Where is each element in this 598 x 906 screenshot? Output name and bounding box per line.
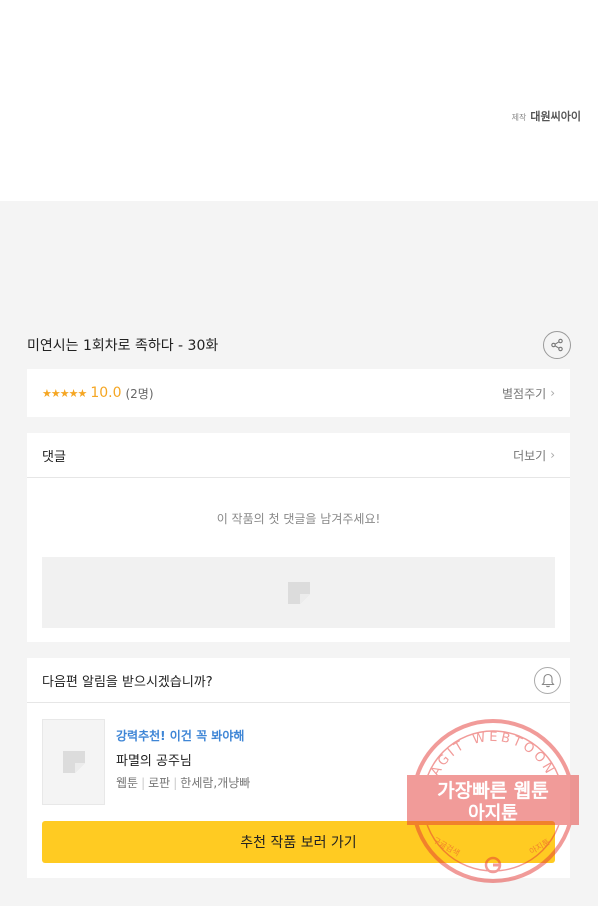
chevron-right-icon: › — [550, 448, 555, 462]
notify-header: 다음편 알림을 받으시겠습니까? — [27, 658, 570, 703]
episode-title: 미연시는 1회차로 족하다 - 30화 — [27, 338, 219, 354]
notify-question: 다음편 알림을 받으시겠습니까? — [42, 674, 213, 690]
viewer-end-area: 제작 대원씨아이 — [0, 0, 598, 201]
credit-label: 제작 — [511, 113, 527, 122]
genre-divider: | — [173, 776, 178, 790]
next-episode-notify-card: 다음편 알림을 받으시겠습니까? 강력추천! 이건 꼭 봐야해 파멸의 공주님 … — [27, 658, 570, 878]
genre-item: 로판 — [148, 776, 171, 790]
notify-bell-button[interactable] — [534, 666, 561, 694]
rating-score: 10.0 — [90, 385, 122, 401]
author-item: 한세람,개냥빠 — [180, 776, 251, 790]
star-icons: ★★★★★ — [42, 386, 87, 400]
comments-header: 댓글 더보기 › — [27, 433, 570, 478]
recommended-title[interactable]: 파멸의 공주님 — [116, 750, 250, 769]
genre-divider: | — [141, 776, 146, 790]
production-credit: 제작 대원씨아이 — [512, 108, 581, 124]
comments-heading: 댓글 — [42, 449, 66, 465]
comments-more-link[interactable]: 더보기 › — [513, 447, 555, 464]
genre-item: 웹툰 — [116, 776, 139, 790]
rating-card: ★★★★★ 10.0 (2명) 별점주기 › — [27, 369, 570, 417]
episode-title-row: 미연시는 1회차로 족하다 - 30화 — [27, 330, 571, 360]
recommended-info: 강력추천! 이건 꼭 봐야해 파멸의 공주님 웹툰 | 로판 | 한세람,개냥빠 — [116, 719, 250, 805]
chevron-right-icon: › — [550, 386, 555, 400]
share-button[interactable] — [543, 331, 571, 359]
comments-empty-message: 이 작품의 첫 댓글을 남겨주세요! — [216, 512, 381, 526]
recommend-tag: 강력추천! 이건 꼭 봐야해 — [116, 729, 245, 743]
credit-company: 대원씨아이 — [530, 110, 581, 123]
recommended-genres: 웹툰 | 로판 | 한세람,개냥빠 — [116, 774, 250, 791]
comment-input-area[interactable] — [42, 557, 555, 628]
placeholder-image-icon — [287, 581, 310, 604]
recommended-thumbnail[interactable] — [42, 719, 105, 805]
rating-summary: ★★★★★ 10.0 (2명) — [42, 385, 154, 402]
placeholder-image-icon — [62, 751, 85, 773]
rating-count: (2명) — [125, 386, 154, 401]
comments-more-label: 더보기 — [513, 448, 547, 463]
comments-card: 댓글 더보기 › 이 작품의 첫 댓글을 남겨주세요! — [27, 433, 570, 642]
rate-button-label: 별점주기 — [502, 386, 547, 401]
rate-button[interactable]: 별점주기 › — [502, 385, 555, 402]
see-recommended-button[interactable]: 추천 작품 보러 가기 — [42, 821, 555, 863]
bell-icon — [540, 673, 555, 687]
recommended-work[interactable]: 강력추천! 이건 꼭 봐야해 파멸의 공주님 웹툰 | 로판 | 한세람,개냥빠 — [42, 719, 250, 805]
share-icon — [551, 338, 563, 352]
